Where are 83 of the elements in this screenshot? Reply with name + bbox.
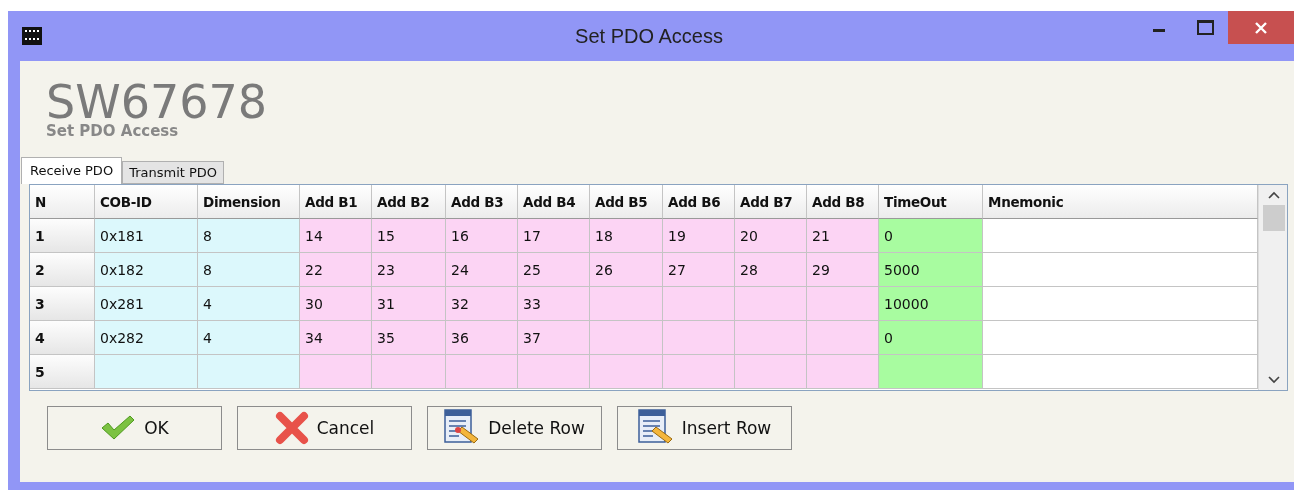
logo-icon <box>22 27 42 45</box>
table-cell: 25 <box>518 253 590 287</box>
column-header: Add B3 <box>446 185 518 219</box>
table-cell: 8 <box>198 253 300 287</box>
window-title: Set PDO Access <box>574 24 724 48</box>
table-cell <box>735 321 807 355</box>
table-cell: 20 <box>735 219 807 253</box>
table-cell: 14 <box>300 219 372 253</box>
dialog-button[interactable]: OK <box>47 406 222 450</box>
vertical-scrollbar[interactable] <box>1258 185 1287 390</box>
table-cell: 35 <box>372 321 446 355</box>
table-cell: 4 <box>198 321 300 355</box>
table-cell <box>807 287 879 321</box>
cross-icon <box>274 411 309 445</box>
column-header: N <box>30 185 95 219</box>
dialog-button[interactable]: Cancel <box>237 406 412 450</box>
close-icon <box>1254 20 1268 35</box>
table-cell: 0x281 <box>95 287 198 321</box>
scroll-up-icon[interactable] <box>1267 191 1280 199</box>
table-cell: 33 <box>518 287 590 321</box>
table-cell: 4 <box>30 321 95 355</box>
table-cell: 34 <box>300 321 372 355</box>
column-header: Dimension <box>198 185 300 219</box>
table-cell: 37 <box>518 321 590 355</box>
table-cell: 15 <box>372 219 446 253</box>
table-cell: 24 <box>446 253 518 287</box>
table-cell: 26 <box>590 253 663 287</box>
table-cell: 19 <box>663 219 735 253</box>
checkmark-icon <box>100 415 137 441</box>
table-cell: 5000 <box>879 253 983 287</box>
table-cell: 4 <box>198 287 300 321</box>
table-cell: 0x182 <box>95 253 198 287</box>
table-cell: 8 <box>198 219 300 253</box>
table-cell: 0x282 <box>95 321 198 355</box>
table-cell <box>446 355 518 389</box>
table-cell: 0 <box>879 321 983 355</box>
table-cell <box>735 355 807 389</box>
dialog-button[interactable]: Delete Row <box>427 406 602 450</box>
column-header: Add B7 <box>735 185 807 219</box>
close-button[interactable] <box>1228 11 1294 44</box>
table-cell: 22 <box>300 253 372 287</box>
table-cell: 31 <box>372 287 446 321</box>
table-cell: 0 <box>879 219 983 253</box>
scroll-down-icon[interactable] <box>1267 376 1280 384</box>
column-header: Add B6 <box>663 185 735 219</box>
column-header: TimeOut <box>879 185 983 219</box>
table-cell <box>518 355 590 389</box>
table-cell: 5 <box>30 355 95 389</box>
column-header: COB-ID <box>95 185 198 219</box>
table-cell: 18 <box>590 219 663 253</box>
column-header: Add B5 <box>590 185 663 219</box>
table-cell: 0x181 <box>95 219 198 253</box>
column-header: Mnemonic <box>983 185 1258 219</box>
table-cell: 28 <box>735 253 807 287</box>
table-cell: 1 <box>30 219 95 253</box>
column-header: Add B2 <box>372 185 446 219</box>
tab[interactable]: Receive PDO <box>21 157 123 184</box>
tab[interactable]: Transmit PDO <box>122 161 225 184</box>
table-cell <box>663 321 735 355</box>
table-cell: 29 <box>807 253 879 287</box>
table-cell: 16 <box>446 219 518 253</box>
table-cell: 17 <box>518 219 590 253</box>
table-cell <box>663 287 735 321</box>
table-cell: 2 <box>30 253 95 287</box>
column-header: Add B8 <box>807 185 879 219</box>
table-cell <box>735 287 807 321</box>
table-cell: 23 <box>372 253 446 287</box>
table-cell: 30 <box>300 287 372 321</box>
scrollbar-thumb[interactable] <box>1262 205 1285 231</box>
column-header: Add B4 <box>518 185 590 219</box>
column-header: Add B1 <box>300 185 372 219</box>
table-cell <box>300 355 372 389</box>
table-cell: 3 <box>30 287 95 321</box>
page-subtitle: Set PDO Access <box>46 122 180 140</box>
table-cell: 32 <box>446 287 518 321</box>
table-cell: 10000 <box>879 287 983 321</box>
table-cell: 27 <box>663 253 735 287</box>
table-cell <box>663 355 735 389</box>
table-cell: 36 <box>446 321 518 355</box>
table-cell: 21 <box>807 219 879 253</box>
table-cell <box>807 321 879 355</box>
dialog-button[interactable]: Insert Row <box>617 406 792 450</box>
table-cell <box>807 355 879 389</box>
